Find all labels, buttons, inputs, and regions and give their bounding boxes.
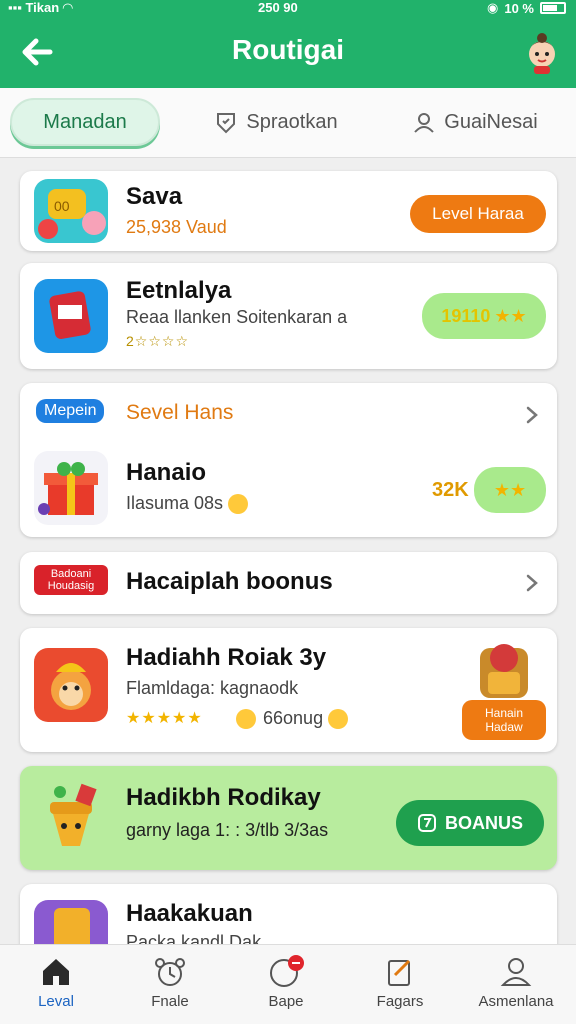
smiley-icon (228, 494, 249, 515)
category-badge: Mepein (36, 399, 105, 423)
battery-percent: 10 % (504, 0, 534, 16)
profile-icon (500, 958, 532, 986)
bottom-navigation: Leval Fnale Bape Fagars Asmenlana (0, 944, 576, 1024)
smiley-icon (236, 709, 256, 730)
treasure-chest-icon (480, 644, 528, 698)
card-title: Hanaio (126, 459, 207, 486)
nav-fnale[interactable]: Fnale (120, 955, 220, 1010)
card-subtitle: Ilasuma 08s (126, 493, 250, 515)
section-header: Sevel Hans (126, 401, 234, 424)
card-deck-icon (49, 291, 91, 340)
card-title: Sava (126, 183, 183, 210)
chat-bubble-icon (270, 955, 304, 987)
reward-label[interactable]: Hanain Hadaw (462, 700, 546, 740)
reward-card-sava[interactable]: 00 Sava 25,938 Vaud Level Haraa (20, 171, 557, 251)
chevron-right-icon[interactable] (522, 405, 542, 425)
star-icon: ★★ (493, 479, 527, 500)
signal-icon: ▪▪▪ (8, 0, 22, 15)
avatar[interactable] (520, 30, 564, 74)
reward-chest[interactable]: Hanain Hadaw (460, 636, 548, 740)
card-title: Hadikbh Rodikay (126, 784, 321, 811)
stars-pill[interactable]: ★★ (474, 467, 546, 513)
rating: 2☆☆☆☆ (126, 333, 189, 349)
character-avatar-icon (528, 33, 556, 74)
card-title: Hadiahh Roiak 3y (126, 644, 327, 671)
nav-bape[interactable]: Bape (236, 955, 336, 1010)
tab-spraotkan[interactable]: Spraotkan (196, 98, 356, 146)
monkey-character-icon (51, 663, 91, 710)
nav-leval[interactable]: Leval (6, 955, 106, 1010)
game-thumbnail (34, 279, 108, 353)
reward-card-hanaio[interactable]: Mepein Sevel Hans Hanaio Ilasuma 08s 32K… (20, 383, 557, 537)
nav-asmenlana[interactable]: Asmenlana (466, 955, 566, 1010)
card-subtitle: Flamldaga: kagnaodk (126, 678, 299, 698)
rating-stars: ★★★★★ (126, 710, 203, 727)
alarm-clock-icon (155, 958, 185, 986)
alarm-icon: ◉ (487, 0, 499, 15)
user-icon (414, 113, 435, 133)
svg-text:00: 00 (54, 198, 70, 214)
bonus-count: 66onug (236, 708, 350, 730)
card-title: Haakakuan (126, 900, 253, 927)
edit-document-icon (388, 959, 411, 986)
game-thumbnail (34, 648, 108, 722)
card-subtitle: 25,938 Vaud (126, 217, 227, 237)
card-title: Eetnlalya (126, 277, 232, 304)
game-thumbnail (34, 451, 108, 525)
value-label: 32K (432, 479, 469, 501)
nav-fagars[interactable]: Fagars (350, 955, 450, 1010)
reward-card-hadikbh[interactable]: Hadikbh Rodikay garny laga 1: : 3/tlb 3/… (20, 766, 557, 870)
page-title: Routigai (232, 34, 344, 65)
ticket-icon (417, 814, 436, 832)
bonus-row[interactable]: Badoani Houdasig Hacaiplah boonus (20, 552, 557, 614)
gift-box-icon (38, 462, 98, 515)
reward-card-eetnlalya[interactable]: Eetnlalya Reaa llanken Soitenkaran a 2☆☆… (20, 263, 557, 369)
bonus-button[interactable]: BOANUS (396, 800, 544, 846)
torch-character-icon (50, 783, 97, 846)
card-subtitle: garny laga 1: : 3/tlb 3/3as (126, 820, 329, 840)
score-pill[interactable]: 19110 ★★ (422, 293, 546, 339)
carrier-label: ▪▪▪ Tikan ◠ (8, 0, 73, 15)
wifi-icon: ◠ (62, 0, 73, 15)
smiley-icon (328, 709, 349, 730)
level-button[interactable]: Level Haraa (410, 195, 546, 233)
shield-icon (217, 113, 236, 134)
chevron-right-icon[interactable] (522, 573, 542, 593)
tab-manadan[interactable]: Manadan (10, 98, 160, 146)
battery-icon (540, 2, 566, 14)
status-right: ◉ 10 % (487, 0, 566, 16)
game-thumbnail: 00 (34, 179, 108, 243)
status-bar: ▪▪▪ Tikan ◠ 250 90 ◉ 10 % (0, 0, 576, 18)
star-icon: ★★ (494, 305, 527, 326)
card-title: Hacaiplah boonus (126, 568, 333, 595)
reward-card-hadiahh[interactable]: Hadiahh Roiak 3y Flamldaga: kagnaodk ★★★… (20, 628, 557, 752)
promo-badge: Badoani Houdasig (34, 565, 108, 595)
coin-pig-icon: 00 (38, 189, 106, 239)
status-time: 250 90 (258, 0, 298, 15)
tab-bar: Manadan Spraotkan GuaiNesai (0, 88, 576, 158)
tab-guainesai[interactable]: GuaiNesai (400, 98, 550, 146)
app-bar: ▪▪▪ Tikan ◠ 250 90 ◉ 10 % Routigai (0, 0, 576, 88)
home-icon (43, 959, 69, 985)
card-subtitle: Reaa llanken Soitenkaran a (126, 307, 348, 327)
game-thumbnail (34, 780, 108, 856)
